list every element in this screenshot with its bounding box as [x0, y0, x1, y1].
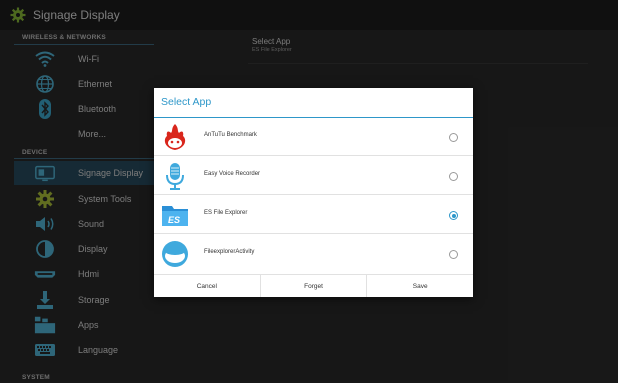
app-option-label: FileexplorerActivity: [204, 249, 255, 255]
select-app-dialog: Select App AnTuTu Benchmark Easy Voice R…: [154, 88, 473, 297]
app-option-radio[interactable]: [449, 250, 458, 259]
es-file-explorer-icon: ES: [160, 200, 190, 230]
app-option-antutu-benchmark[interactable]: AnTuTu Benchmark: [154, 118, 473, 156]
antutu-benchmark-icon: [160, 122, 190, 152]
app-option-es-file-explorer[interactable]: ES ES File Explorer: [154, 196, 473, 234]
app-option-radio[interactable]: [449, 172, 458, 181]
cancel-button[interactable]: Cancel: [154, 275, 261, 297]
app-option-label: ES File Explorer: [204, 210, 248, 216]
file-explorer-activity-icon: [160, 239, 190, 269]
dialog-title: Select App: [161, 96, 212, 108]
svg-text:ES: ES: [168, 215, 180, 225]
option-divider: [154, 194, 473, 195]
app-option-label: Easy Voice Recorder: [204, 171, 261, 177]
app-option-fileexploreractivity[interactable]: FileexplorerActivity: [154, 235, 473, 273]
app-option-radio[interactable]: [449, 133, 458, 142]
microphone-icon: [160, 161, 190, 191]
app-option-label: AnTuTu Benchmark: [204, 132, 257, 138]
forget-button[interactable]: Forget: [261, 275, 368, 297]
app-option-easy-voice-recorder[interactable]: Easy Voice Recorder: [154, 157, 473, 195]
dialog-button-bar: Cancel Forget Save: [154, 274, 473, 297]
save-button[interactable]: Save: [367, 275, 473, 297]
option-divider: [154, 233, 473, 234]
app-option-radio[interactable]: [449, 211, 458, 220]
option-divider: [154, 155, 473, 156]
